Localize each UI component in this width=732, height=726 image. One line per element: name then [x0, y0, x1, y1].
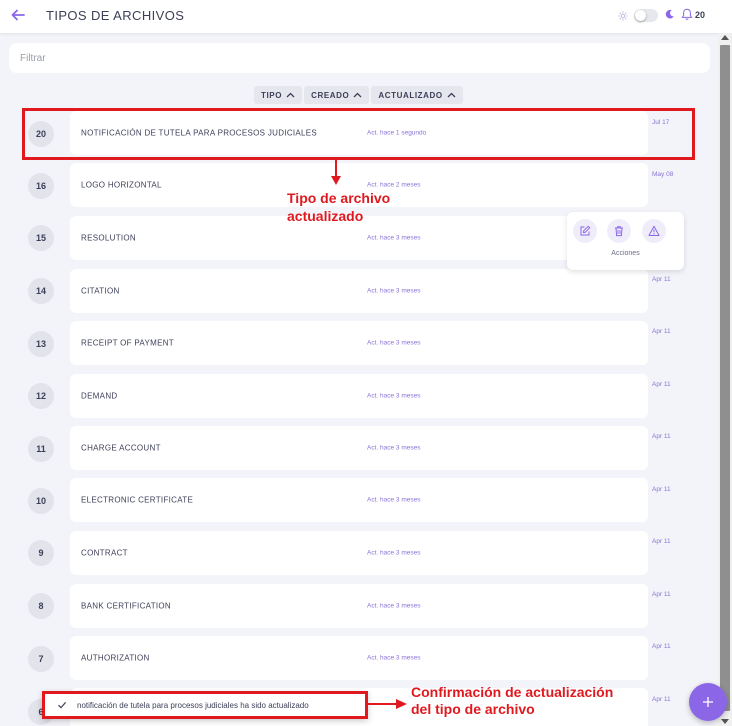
- updated-time: Act. hace 3 meses: [367, 392, 421, 400]
- chevron-up-icon: [353, 92, 362, 98]
- file-type-name: CHARGE ACCOUNT: [81, 443, 161, 453]
- file-type-name: ELECTRONIC CERTIFICATE: [81, 495, 194, 505]
- row-date: Apr 11: [652, 643, 671, 650]
- row-date: Apr 11: [652, 381, 671, 388]
- sort-by-updated-button[interactable]: ACTUALIZADO: [371, 86, 463, 104]
- warning-icon: [648, 225, 660, 236]
- list-item: 11 CHARGE ACCOUNT Act. hace 3 meses Apr …: [0, 422, 718, 474]
- scrollbar-thumb[interactable]: [720, 45, 730, 711]
- page-scrollbar[interactable]: [718, 33, 732, 726]
- list-item: 9 CONTRACT Act. hace 3 meses Apr 11: [0, 527, 718, 579]
- updated-time: Act. hace 2 meses: [367, 181, 421, 189]
- sort-bar: TIPO CREADO ACTUALIZADO: [254, 86, 463, 104]
- file-type-card[interactable]: RECEIPT OF PAYMENT Act. hace 3 meses: [70, 321, 648, 365]
- confirmation-toast: notificación de tutela para procesos jud…: [42, 691, 368, 719]
- row-date: Apr 11: [652, 328, 671, 335]
- updated-time: Act. hace 3 meses: [367, 549, 421, 557]
- file-type-card[interactable]: DEMAND Act. hace 3 meses: [70, 374, 648, 418]
- annotation-updated-type: Tipo de archivo actualizado: [287, 190, 391, 224]
- edit-button[interactable]: [573, 219, 597, 243]
- arrow-right-icon: [368, 699, 407, 709]
- list-item: 14 CITATION Act. hace 3 meses Apr 11: [0, 265, 718, 317]
- sort-label: TIPO: [261, 90, 283, 100]
- list-item: 12 DEMAND Act. hace 3 meses Apr 11: [0, 370, 718, 422]
- actions-popup: Acciones: [567, 212, 684, 270]
- row-number: 12: [28, 383, 54, 409]
- file-type-name: AUTHORIZATION: [81, 653, 150, 663]
- moon-icon: [665, 9, 674, 19]
- file-type-name: CITATION: [81, 286, 120, 296]
- sort-by-created-button[interactable]: CREADO: [304, 86, 370, 104]
- arrow-down-icon: [331, 160, 341, 185]
- row-number: 8: [28, 593, 54, 619]
- row-date: May 08: [652, 171, 674, 178]
- row-number: 11: [28, 436, 54, 462]
- file-type-name: DEMAND: [81, 391, 118, 401]
- row-number: 15: [28, 225, 54, 251]
- list-item: 8 BANK CERTIFICATION Act. hace 3 meses A…: [0, 580, 718, 632]
- trash-icon: [615, 226, 623, 237]
- updated-time: Act. hace 3 meses: [367, 654, 421, 662]
- sort-by-type-button[interactable]: TIPO: [254, 86, 303, 104]
- delete-button[interactable]: [607, 219, 631, 243]
- updated-time: Act. hace 3 meses: [367, 602, 421, 610]
- row-date: Apr 11: [652, 538, 671, 545]
- sort-label: ACTUALIZADO: [378, 90, 443, 100]
- file-type-name: RECEIPT OF PAYMENT: [81, 338, 174, 348]
- sort-label: CREADO: [311, 90, 350, 100]
- row-date: Apr 11: [652, 696, 671, 703]
- edit-icon: [580, 225, 591, 236]
- scroll-down-icon[interactable]: [721, 719, 729, 724]
- row-date: Apr 11: [652, 591, 671, 598]
- file-type-card[interactable]: AUTHORIZATION Act. hace 3 meses: [70, 636, 648, 680]
- file-type-name: BANK CERTIFICATION: [81, 601, 172, 611]
- updated-time: Act. hace 3 meses: [367, 444, 421, 452]
- file-type-name: CONTRACT: [81, 548, 128, 558]
- list-item: 7 AUTHORIZATION Act. hace 3 meses Apr 11: [0, 632, 718, 684]
- row-number: 13: [28, 331, 54, 357]
- file-type-card[interactable]: BANK CERTIFICATION Act. hace 3 meses: [70, 584, 648, 628]
- row-date: Apr 11: [652, 433, 671, 440]
- arrow-left-icon[interactable]: [10, 7, 26, 23]
- annotation-confirmation: Confirmación de actualización del tipo d…: [411, 684, 614, 717]
- notification-count: 20: [695, 10, 706, 20]
- row-number: 7: [28, 646, 54, 672]
- page-title: TIPOS DE ARCHIVOS: [46, 8, 185, 23]
- file-type-name: LOGO HORIZONTAL: [81, 180, 162, 190]
- theme-toggle[interactable]: [634, 9, 658, 22]
- updated-time: Act. hace 3 meses: [367, 287, 421, 295]
- toast-message: notificación de tutela para procesos jud…: [77, 700, 309, 710]
- list-item: 13 RECEIPT OF PAYMENT Act. hace 3 meses …: [0, 317, 718, 369]
- check-icon: [58, 702, 67, 709]
- chevron-up-icon: [286, 92, 295, 98]
- actions-label: Acciones: [611, 250, 640, 257]
- chevron-up-icon: [447, 92, 456, 98]
- bell-icon[interactable]: [681, 8, 693, 21]
- scroll-up-icon[interactable]: [721, 35, 729, 40]
- file-type-card[interactable]: CONTRACT Act. hace 3 meses: [70, 531, 648, 575]
- row-number: 16: [28, 173, 54, 199]
- row-number: 14: [28, 278, 54, 304]
- file-type-card[interactable]: CHARGE ACCOUNT Act. hace 3 meses: [70, 426, 648, 470]
- file-type-card[interactable]: ELECTRONIC CERTIFICATE Act. hace 3 meses: [70, 478, 648, 522]
- updated-row-highlight: [22, 108, 695, 160]
- row-date: Apr 11: [652, 276, 671, 283]
- sun-icon: [618, 11, 628, 21]
- add-file-type-button[interactable]: [689, 683, 727, 721]
- file-type-card[interactable]: CITATION Act. hace 3 meses: [70, 269, 648, 313]
- updated-time: Act. hace 3 meses: [367, 234, 421, 242]
- row-number: 9: [28, 540, 54, 566]
- top-bar: TIPOS DE ARCHIVOS 20: [0, 0, 732, 33]
- row-number: 10: [28, 488, 54, 514]
- warning-button[interactable]: [642, 219, 666, 243]
- list-item: 10 ELECTRONIC CERTIFICATE Act. hace 3 me…: [0, 475, 718, 527]
- row-date: Apr 11: [652, 486, 671, 493]
- file-type-name: RESOLUTION: [81, 233, 137, 243]
- filter-input[interactable]: [9, 43, 710, 73]
- plus-icon: [703, 697, 713, 707]
- updated-time: Act. hace 3 meses: [367, 339, 421, 347]
- toggle-knob: [635, 10, 646, 21]
- updated-time: Act. hace 3 meses: [367, 496, 421, 504]
